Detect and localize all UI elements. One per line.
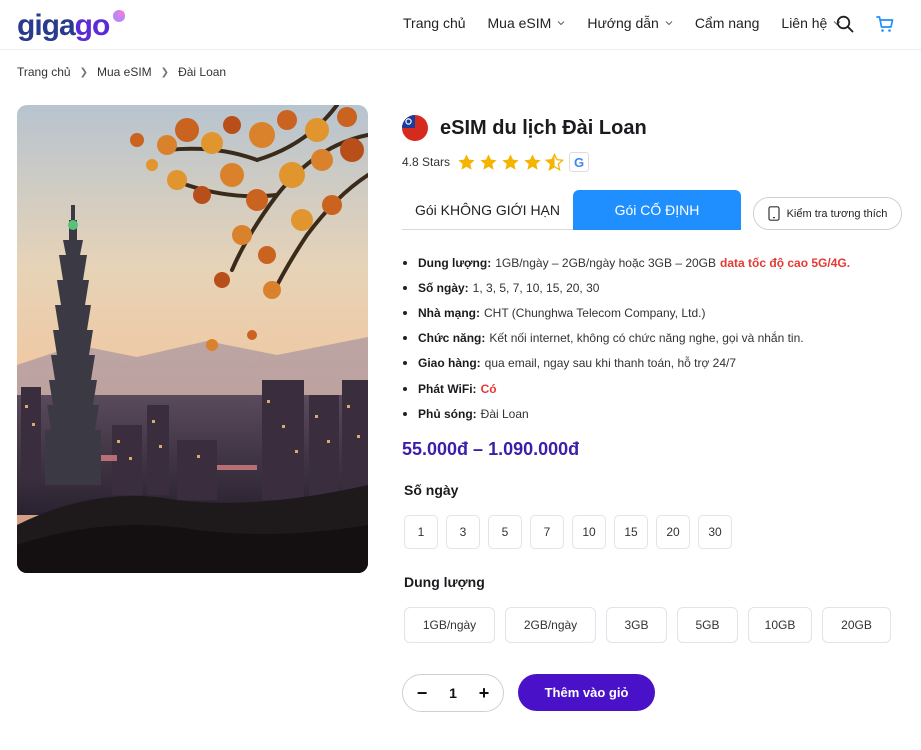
spec-item: Phủ sóng: Đài Loan [402,401,850,426]
breadcrumb-current: Đài Loan [178,65,227,79]
tab-unlimited-plan[interactable]: Gói KHÔNG GIỚI HẠN [402,190,573,230]
chevron-right-icon: ❯ [79,66,88,78]
capacity-option[interactable]: 10GB [748,607,812,643]
spec-value: 1, 3, 5, 7, 10, 15, 20, 30 [472,280,600,295]
star-icon [480,153,497,170]
spec-key: Chức năng: [418,331,486,346]
day-option[interactable]: 7 [530,515,564,549]
rating-label: 4.8 Stars [402,155,451,169]
day-option[interactable]: 5 [488,515,522,549]
plan-tabs: Gói KHÔNG GIỚI HẠN Gói CỐ ĐỊNH [402,190,741,230]
spec-item: Giao hàng: qua email, ngay sau khi thanh … [402,351,850,376]
main-nav: Trang chủ Mua eSIM Hướng dẫn Cẩm nang Li… [403,15,863,31]
star-icon [458,153,475,170]
spec-key: Giao hàng: [418,356,481,371]
days-label: Số ngày [404,482,459,498]
nav-label: Mua eSIM [487,15,552,31]
spec-highlight: data tốc độ cao 5G/4G. [720,255,851,270]
capacity-option[interactable]: 1GB/ngày [404,607,495,643]
spec-item: Chức năng: Kết nối internet, không có chứ… [402,326,850,351]
price-range: 55.000đ – 1.090.000đ [402,439,580,459]
gigago-logo[interactable]: gigago [17,9,125,42]
spec-item: Dung lượng: 1GB/ngày – 2GB/ngày hoặc 3GB … [402,250,850,275]
logo-spark-icon [113,10,125,22]
product-image [17,105,368,573]
spec-value: 1GB/ngày – 2GB/ngày hoặc 3GB – 20GB [495,255,717,270]
quantity-stepper: − 1 + [402,674,504,712]
spec-key: Số ngày: [418,280,469,295]
star-icon [524,153,541,170]
taiwan-flag-icon [402,115,428,141]
capacity-options: 1GB/ngày 2GB/ngày 3GB 5GB 10GB 20GB [404,607,901,643]
chevron-down-icon [665,21,673,26]
spec-value: CHT (Chunghwa Telecom Company, Ltd.) [484,305,706,320]
day-option[interactable]: 30 [698,515,732,549]
taipei-skyline-illustration [17,105,368,573]
check-compatibility-button[interactable]: Kiểm tra tương thích [753,197,902,230]
spec-item: Phát WiFi: Có [402,376,850,401]
quantity-value[interactable]: 1 [449,685,457,701]
capacity-option[interactable]: 3GB [606,607,667,643]
spec-item: Nhà mạng: CHT (Chunghwa Telecom Company, … [402,300,850,325]
google-icon: G [569,152,590,172]
nav-item-guide[interactable]: Hướng dẫn [587,15,673,31]
spec-key: Nhà mạng: [418,305,481,320]
star-icon [502,153,519,170]
phone-icon [767,206,780,221]
day-option[interactable]: 1 [404,515,438,549]
nav-label: Trang chủ [403,15,466,31]
day-option[interactable]: 20 [656,515,690,549]
breadcrumb: Trang chủ ❯ Mua eSIM ❯ Đài Loan [17,65,226,79]
nav-label: Liên hệ [781,15,828,31]
capacity-option[interactable]: 5GB [677,607,738,643]
capacity-label: Dung lượng [404,574,485,590]
nav-item-buy-esim[interactable]: Mua eSIM [488,15,566,31]
chevron-down-icon [557,21,565,26]
spec-key: Phủ sóng: [418,406,477,421]
capacity-option[interactable]: 20GB [822,607,891,643]
quantity-decrease-button[interactable]: − [415,684,429,702]
spec-value: Đài Loan [480,406,529,421]
product-title: eSIM du lịch Đài Loan [440,116,647,139]
nav-item-handbook[interactable]: Cẩm nang [695,15,760,31]
capacity-option[interactable]: 2GB/ngày [505,607,596,643]
spec-value: Kết nối internet, không có chức năng ngh… [489,331,804,346]
half-star-icon [545,152,565,171]
nav-item-contact[interactable]: Liên hệ [781,15,841,31]
spec-item: Số ngày: 1, 3, 5, 7, 10, 15, 20, 30 [402,275,850,300]
add-to-cart-button[interactable]: Thêm vào giỏ [518,674,655,711]
nav-item-home[interactable]: Trang chủ [403,15,466,31]
logo-text-part1: giga [17,9,76,42]
spec-highlight: Có [480,381,497,396]
search-icon[interactable] [836,15,854,33]
breadcrumb-buy-esim[interactable]: Mua eSIM [97,65,152,79]
nav-label: Cẩm nang [694,15,760,31]
day-option[interactable]: 10 [572,515,606,549]
breadcrumb-home[interactable]: Trang chủ [17,65,71,79]
day-option[interactable]: 3 [446,515,480,549]
check-compatibility-label: Kiểm tra tương thích [786,207,888,220]
cart-icon[interactable] [876,15,894,33]
days-options: 1 3 5 7 10 15 20 30 [404,515,740,549]
nav-label: Hướng dẫn [587,15,659,31]
rating-row: 4.8 Stars G [402,152,590,172]
day-option[interactable]: 15 [614,515,648,549]
product-specs: Dung lượng: 1GB/ngày – 2GB/ngày hoặc 3GB … [402,250,850,426]
quantity-increase-button[interactable]: + [477,684,491,702]
spec-value: qua email, ngay sau khi thanh toán, hỗ t… [484,356,737,371]
tab-fixed-plan[interactable]: Gói CỐ ĐỊNH [573,190,741,230]
spec-key: Phát WiFi: [418,381,477,396]
logo-text-part2: go [74,9,111,42]
chevron-right-icon: ❯ [160,66,170,78]
spec-key: Dung lượng: [418,255,492,270]
product-title-row: eSIM du lịch Đài Loan [402,115,647,141]
site-header: gigago Trang chủ Mua eSIM Hướng dẫn Cẩm … [0,0,921,50]
